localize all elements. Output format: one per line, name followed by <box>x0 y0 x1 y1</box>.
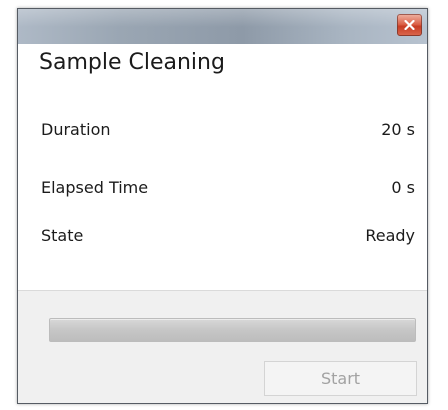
elapsed-time-label: Elapsed Time <box>41 177 149 197</box>
title-bar[interactable] <box>18 9 427 44</box>
elapsed-time-value: 0 s <box>391 177 415 197</box>
dialog-title: Sample Cleaning <box>39 50 225 75</box>
duration-row: Duration 20 s <box>41 117 415 141</box>
start-button[interactable]: Start <box>264 361 417 396</box>
state-label: State <box>41 225 84 245</box>
state-value: Ready <box>365 225 415 245</box>
duration-label: Duration <box>41 119 111 139</box>
duration-value: 20 s <box>381 119 415 139</box>
state-row: State Ready <box>41 223 415 247</box>
progress-bar <box>49 318 416 342</box>
close-button[interactable] <box>397 14 422 36</box>
dialog-window: Sample Cleaning Duration 20 s Elapsed Ti… <box>17 8 428 404</box>
close-icon <box>404 20 415 30</box>
elapsed-time-row: Elapsed Time 0 s <box>41 175 415 199</box>
content-area <box>18 44 427 290</box>
dialog-footer: Start <box>18 290 427 403</box>
